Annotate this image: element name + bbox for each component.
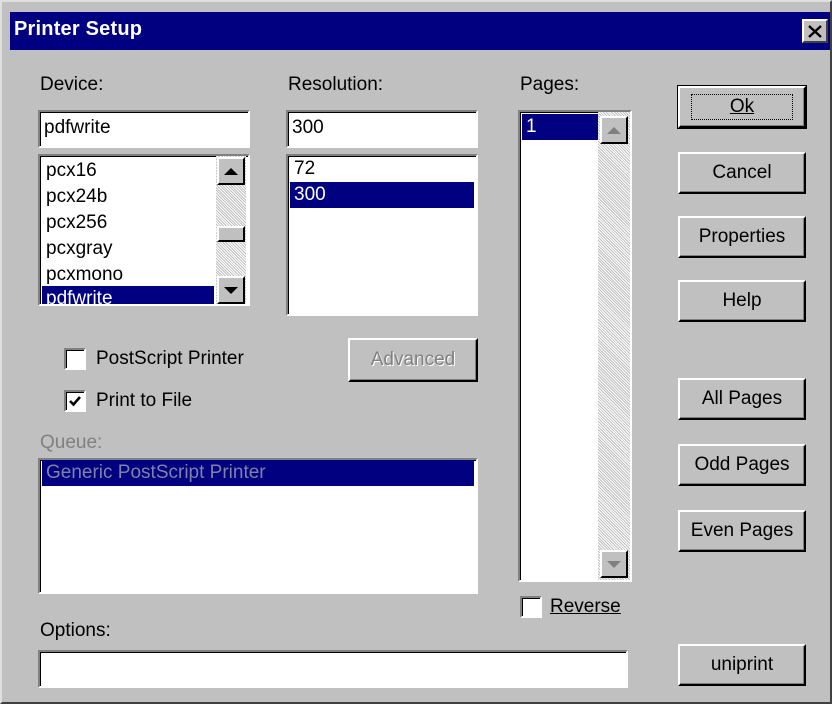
device-input[interactable]: pdfwrite bbox=[38, 110, 250, 148]
queue-listbox[interactable]: Generic PostScript Printer bbox=[38, 458, 478, 594]
device-scroll-down-button[interactable] bbox=[217, 276, 245, 304]
resolution-input-value: 300 bbox=[292, 117, 324, 138]
properties-button[interactable]: Properties bbox=[678, 216, 806, 258]
device-list-item[interactable]: pcx16 bbox=[42, 158, 214, 184]
close-icon bbox=[808, 24, 822, 38]
printer-setup-dialog: Printer Setup Device: pdfwrite pcx16 pcx… bbox=[0, 0, 832, 704]
device-list-item[interactable]: pcxgray bbox=[42, 236, 214, 262]
postscript-printer-label: PostScript Printer bbox=[96, 348, 244, 369]
window-title: Printer Setup bbox=[14, 18, 143, 40]
device-input-value: pdfwrite bbox=[44, 117, 111, 138]
ok-button[interactable]: Ok bbox=[677, 85, 807, 129]
pages-list-item-selected[interactable]: 1 bbox=[522, 114, 598, 140]
help-button[interactable]: Help bbox=[678, 280, 806, 322]
device-list-item[interactable]: pcxmono bbox=[42, 262, 214, 288]
even-pages-button[interactable]: Even Pages bbox=[678, 510, 806, 552]
help-button-label: Help bbox=[722, 290, 762, 311]
resolution-label: Resolution: bbox=[288, 74, 384, 95]
odd-pages-button-label: Odd Pages bbox=[694, 454, 790, 475]
close-button[interactable] bbox=[802, 19, 828, 43]
arrow-down-icon bbox=[607, 560, 621, 568]
reverse-checkbox-row[interactable]: Reverse bbox=[520, 596, 621, 618]
resolution-list-item[interactable]: 72 bbox=[290, 156, 474, 182]
title-bar[interactable]: Printer Setup bbox=[10, 12, 830, 50]
advanced-button-label: Advanced bbox=[370, 349, 456, 370]
cancel-button-label: Cancel bbox=[712, 162, 772, 183]
device-scroll-up-button[interactable] bbox=[217, 157, 245, 185]
ok-button-label: Ok bbox=[690, 94, 794, 120]
all-pages-button[interactable]: All Pages bbox=[678, 378, 806, 420]
pages-scrollbar[interactable] bbox=[598, 112, 630, 580]
all-pages-button-label: All Pages bbox=[701, 388, 783, 409]
print-to-file-row[interactable]: Print to File bbox=[64, 390, 192, 412]
queue-list-item-selected[interactable]: Generic PostScript Printer bbox=[42, 460, 474, 486]
advanced-button[interactable]: Advanced bbox=[348, 338, 478, 382]
device-list-item-selected[interactable]: pdfwrite bbox=[42, 286, 214, 304]
uniprint-button[interactable]: uniprint bbox=[678, 644, 806, 686]
resolution-input[interactable]: 300 bbox=[286, 110, 478, 148]
options-label: Options: bbox=[40, 620, 111, 641]
even-pages-button-label: Even Pages bbox=[690, 520, 794, 541]
device-listbox[interactable]: pcx16 pcx24b pcx256 pcxgray pcxmono pdfw… bbox=[38, 154, 250, 306]
odd-pages-button[interactable]: Odd Pages bbox=[678, 444, 806, 486]
pages-scroll-up-button[interactable] bbox=[600, 116, 628, 144]
pages-listbox[interactable]: 1 bbox=[518, 110, 632, 582]
device-scroll-thumb[interactable] bbox=[217, 226, 245, 242]
properties-button-label: Properties bbox=[698, 226, 786, 247]
postscript-printer-checkbox[interactable] bbox=[64, 348, 86, 370]
arrow-down-icon bbox=[224, 286, 238, 294]
checkmark-icon bbox=[69, 396, 81, 407]
reverse-checkbox-label: Reverse bbox=[550, 596, 621, 617]
options-input[interactable] bbox=[38, 650, 628, 688]
print-to-file-label: Print to File bbox=[96, 390, 193, 411]
resolution-listbox[interactable]: 72 300 bbox=[286, 154, 478, 316]
postscript-printer-row[interactable]: PostScript Printer bbox=[64, 348, 244, 370]
resolution-list-item-selected[interactable]: 300 bbox=[290, 182, 474, 208]
uniprint-button-label: uniprint bbox=[710, 654, 774, 675]
reverse-checkbox[interactable] bbox=[520, 596, 542, 618]
device-list-item[interactable]: pcx24b bbox=[42, 184, 214, 210]
queue-label: Queue: bbox=[40, 432, 103, 453]
device-label: Device: bbox=[40, 74, 104, 95]
arrow-up-icon bbox=[224, 167, 238, 175]
print-to-file-checkbox[interactable] bbox=[64, 390, 86, 412]
pages-scroll-down-button[interactable] bbox=[600, 550, 628, 578]
device-list-item[interactable]: pcx256 bbox=[42, 210, 214, 236]
pages-label: Pages: bbox=[520, 74, 580, 95]
arrow-up-icon bbox=[607, 126, 621, 134]
cancel-button[interactable]: Cancel bbox=[678, 152, 806, 194]
